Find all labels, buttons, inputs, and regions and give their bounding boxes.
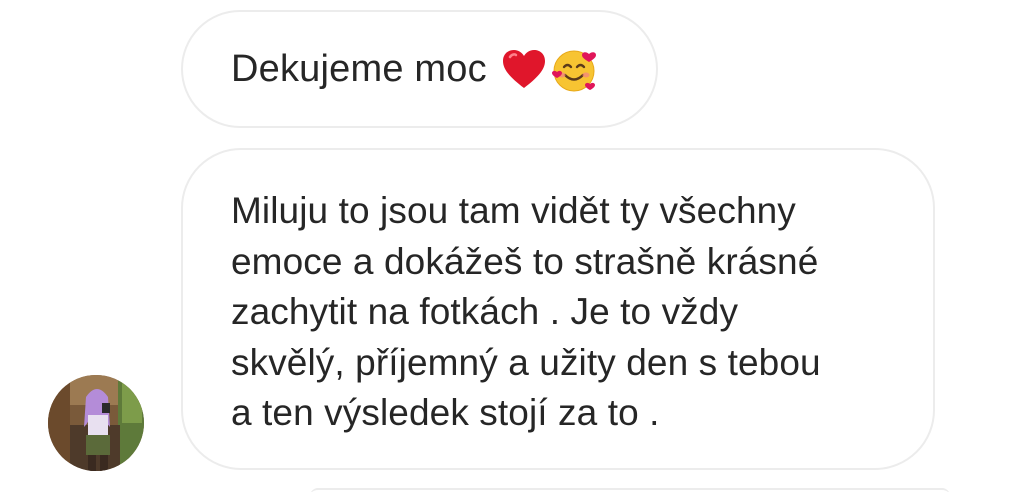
- emoji-group: [501, 44, 599, 94]
- message-bubble[interactable]: Miluju to jsou tam vidět ty všechny emoc…: [181, 148, 935, 470]
- avatar[interactable]: [48, 375, 144, 471]
- next-message-bubble-edge: [310, 488, 950, 492]
- smiling-face-with-hearts-emoji: [551, 50, 596, 92]
- message-line: zachytit na fotkách . Je to vždy: [231, 291, 739, 332]
- message-bubble[interactable]: Dekujeme moc: [181, 10, 658, 128]
- message-line: Miluju to jsou tam vidět ty všechny: [231, 190, 796, 231]
- red-heart-emoji: [502, 50, 545, 88]
- avatar-photo: [48, 375, 144, 471]
- message-line: emoce a dokážeš to strašně krásné: [231, 240, 819, 282]
- message-text: Dekujeme moc: [231, 47, 487, 90]
- message-line: a ten výsledek stojí za to .: [231, 392, 660, 433]
- message-line: skvělý, příjemný a užity den s tebou: [231, 341, 821, 383]
- chat-thread: Dekujeme moc Miluju to jsou tam vidět ty…: [0, 0, 1012, 492]
